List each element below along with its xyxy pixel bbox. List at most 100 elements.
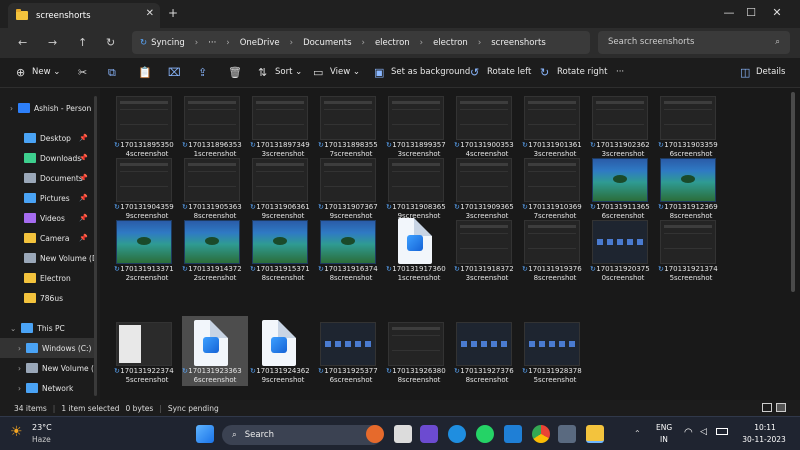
up-icon[interactable]: ↑ [78,36,87,49]
file-item[interactable]: ↻ 170131896353 1screenshot [182,90,248,160]
start-icon[interactable] [196,425,214,443]
file-item[interactable]: ↻ 170131912369 8screenshot [658,152,724,222]
file-item[interactable]: ↻ 170131921374 5screenshot [658,214,724,284]
file-item[interactable]: ↻ 170131899357 3screenshot [386,90,452,160]
search-input[interactable]: Search screenshorts ⌕ [598,31,790,54]
sidebar-item[interactable]: › New Volume (E [0,358,96,378]
file-item[interactable]: ↻ 170131928378 5screenshot [522,316,588,386]
copilot-icon[interactable] [366,425,384,443]
breadcrumb-electron-sub[interactable]: electron [433,38,468,48]
file-item[interactable]: ↻ 170131925377 6screenshot [318,316,384,386]
sidebar-item[interactable]: Documents 📌 [0,168,96,188]
sidebar-scrollbar[interactable] [94,96,97,396]
paste-icon[interactable]: 📋 [138,66,152,79]
sidebar-item[interactable]: Camera 📌 [0,228,96,248]
sidebar-item[interactable]: Electron [0,268,96,288]
weather-temp[interactable]: 23°C [32,423,52,432]
settings-icon[interactable] [558,425,576,443]
file-item[interactable]: ↻ 170131902362 3screenshot [590,90,656,160]
file-item[interactable]: ↻ 170131910369 7screenshot [522,152,588,222]
task-view-icon[interactable] [394,425,412,443]
file-item[interactable]: ↻ 170131922374 5screenshot [114,316,180,386]
breadcrumb-electron[interactable]: electron [375,38,410,48]
chevron-down-icon[interactable]: ⌄ [10,324,16,333]
sidebar-item[interactable]: ⌄ This PC [0,318,96,338]
copy-icon[interactable]: ⧉ [108,66,116,80]
tab-screenshorts[interactable]: screenshorts ✕ [8,3,160,28]
content-scrollbar[interactable] [791,92,795,292]
rotate-left-button[interactable]: Rotate left [487,67,531,77]
chevron-right-icon[interactable]: › [10,104,13,113]
close-window-button[interactable]: ✕ [754,0,800,28]
refresh-icon[interactable]: ↻ [106,36,115,49]
wifi-icon[interactable]: ◠ [684,427,693,438]
delete-icon[interactable]: 🗑 [228,66,242,79]
file-item[interactable]: ↻ 170131895350 4screenshot [114,90,180,160]
sidebar-item[interactable]: Pictures 📌 [0,188,96,208]
file-item[interactable]: ↻ 170131917360 1screenshot [386,214,452,284]
file-item[interactable]: ↻ 170131916374 8screenshot [318,214,384,284]
breadcrumb-screenshorts[interactable]: screenshorts [491,38,546,48]
file-item[interactable]: ↻ 170131919376 8screenshot [522,214,588,284]
sidebar-item[interactable]: New Volume (D: [0,248,96,268]
chevron-right-icon[interactable]: › [18,344,21,353]
vscode-icon[interactable] [504,425,522,443]
file-explorer-icon[interactable] [586,425,604,443]
sidebar-item[interactable]: Videos 📌 [0,208,96,228]
clock-date[interactable]: 30-11-2023 [736,435,792,444]
file-item[interactable]: ↻ 170131904359 9screenshot [114,152,180,222]
sidebar-item[interactable]: › Windows (C:) [0,338,96,358]
rename-icon[interactable]: ⌧ [168,66,181,79]
file-item[interactable]: ↻ 170131913371 2screenshot [114,214,180,284]
file-item[interactable]: ↻ 170131908365 9screenshot [386,152,452,222]
file-item[interactable]: ↻ 170131909365 3screenshot [454,152,520,222]
edge-icon[interactable] [448,425,466,443]
language-region[interactable]: IN [660,435,668,444]
breadcrumb-onedrive[interactable]: OneDrive [240,38,280,48]
sidebar-item[interactable]: 786us [0,288,96,308]
sidebar-item[interactable]: › Network [0,378,96,398]
whatsapp-icon[interactable] [476,425,494,443]
sidebar-item[interactable]: › Ashish - Person [0,98,96,118]
chevron-right-icon[interactable]: › [18,364,21,373]
more-options-button[interactable]: ··· [616,67,624,77]
file-item[interactable]: ↻ 170131927376 8screenshot [454,316,520,386]
rotate-right-button[interactable]: Rotate right [557,67,608,77]
weather-icon[interactable]: ☀ [10,424,23,440]
weather-condition[interactable]: Haze [32,435,51,444]
details-button[interactable]: Details [756,67,785,77]
back-icon[interactable]: ← [18,36,27,49]
file-item[interactable]: ↻ 170131924362 9screenshot [250,316,316,386]
file-item[interactable]: ↻ 170131918372 3screenshot [454,214,520,284]
file-item[interactable]: ↻ 170131914372 2screenshot [182,214,248,284]
file-item[interactable]: ↻ 170131923363 6screenshot [182,316,248,386]
new-tab-button[interactable]: + [168,6,178,20]
file-item[interactable]: ↻ 170131907367 9screenshot [318,152,384,222]
file-item[interactable]: ↻ 170131911365 6screenshot [590,152,656,222]
show-hidden-icons-icon[interactable]: ⌃ [634,429,641,438]
view-button[interactable]: View ⌄ [330,67,360,77]
file-item[interactable]: ↻ 170131905363 8screenshot [182,152,248,222]
chrome-icon[interactable] [532,425,550,443]
breadcrumb-documents[interactable]: Documents [303,38,351,48]
sort-button[interactable]: Sort ⌄ [275,67,302,77]
new-button[interactable]: New ⌄ [32,67,60,77]
file-item[interactable]: ↻ 170131903359 6screenshot [658,90,724,160]
volume-icon[interactable]: ◁ [700,427,707,437]
file-item[interactable]: ↻ 170131915371 8screenshot [250,214,316,284]
clock-time[interactable]: 10:11 [742,423,788,432]
file-item[interactable]: ↻ 170131926380 8screenshot [386,316,452,386]
breadcrumb-ellipsis[interactable]: ··· [208,38,216,48]
close-tab-icon[interactable]: ✕ [146,8,154,19]
file-item[interactable]: ↻ 170131897349 3screenshot [250,90,316,160]
file-item[interactable]: ↻ 170131900353 4screenshot [454,90,520,160]
sidebar-item[interactable]: Downloads 📌 [0,148,96,168]
file-item[interactable]: ↻ 170131901361 3screenshot [522,90,588,160]
battery-icon[interactable] [716,428,728,435]
details-view-icon[interactable] [762,403,772,412]
forward-icon[interactable]: → [48,36,57,49]
file-item[interactable]: ↻ 170131906361 9screenshot [250,152,316,222]
sidebar-item[interactable]: Desktop 📌 [0,128,96,148]
file-item[interactable]: ↻ 170131898355 7screenshot [318,90,384,160]
share-icon[interactable]: ⇪ [198,66,207,79]
